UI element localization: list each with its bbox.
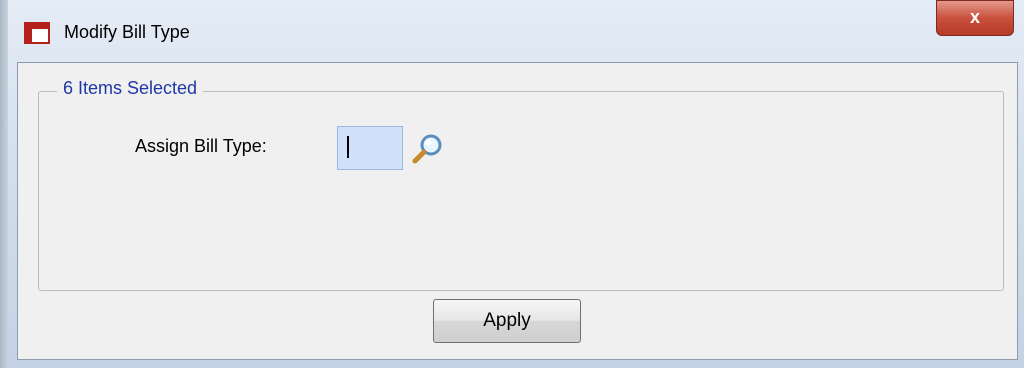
- dialog-body: 6 Items Selected Assign Bill Type: Apply: [17, 62, 1018, 360]
- assign-bill-type-label: Assign Bill Type:: [135, 136, 267, 156]
- modify-bill-type-dialog: Modify Bill Type x 6 Items Selected Assi…: [0, 0, 1024, 368]
- selection-groupbox: 6 Items Selected Assign Bill Type:: [38, 78, 1004, 291]
- window-edge: [0, 0, 8, 368]
- close-button[interactable]: x: [936, 0, 1014, 36]
- text-caret: [347, 136, 349, 158]
- window-title: Modify Bill Type: [64, 22, 190, 42]
- titlebar: Modify Bill Type x: [8, 0, 1024, 62]
- magnifier-icon[interactable]: [411, 132, 445, 166]
- app-icon: [24, 22, 50, 44]
- apply-button[interactable]: Apply: [433, 299, 581, 343]
- selected-count-label: 6 Items Selected: [57, 78, 204, 99]
